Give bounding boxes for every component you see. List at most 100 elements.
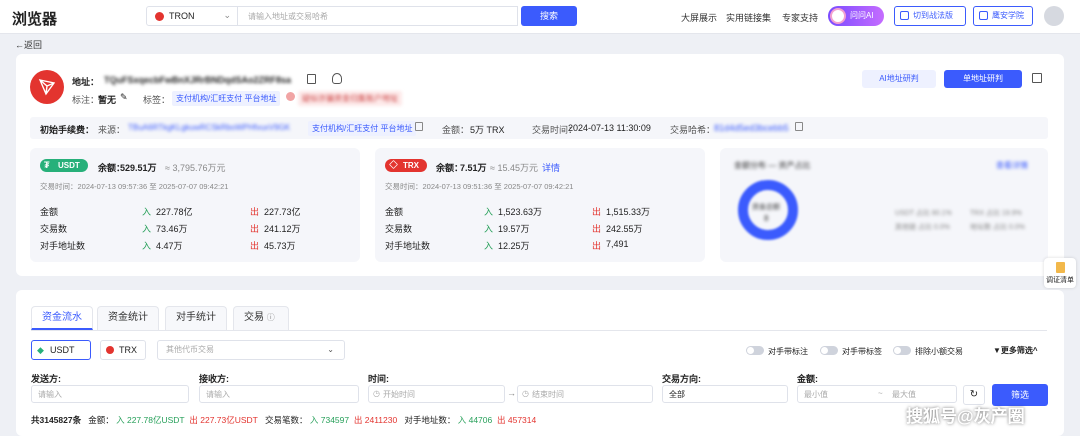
amount-range-separator: ~ [878, 389, 883, 398]
amount-max-placeholder: 最大值 [892, 390, 916, 399]
usdt-cp-out: 45.73万 [264, 241, 296, 251]
usdt-amount-out: 227.73亿 [264, 207, 301, 217]
direction-select[interactable]: 全部 [662, 385, 788, 403]
tab-fund-stats[interactable]: 资金统计 [97, 306, 159, 330]
switch-version-label: 切到战法版 [913, 11, 953, 20]
academy-label: 鹰安学院 [992, 11, 1024, 20]
copy-icon[interactable] [307, 74, 316, 84]
switch-version-button[interactable]: 切到战法版 [894, 6, 966, 26]
fee-hash-value[interactable]: 81d4d5ed3bcebb5 [714, 123, 789, 133]
start-time-input[interactable]: ◷ 开始时间 [368, 385, 505, 403]
chain-select-value: TRON [169, 11, 195, 21]
summary-amount-label: 金额： [88, 415, 114, 425]
in-icon: 入 [484, 207, 494, 217]
tab-divider [31, 330, 1047, 331]
end-time-input[interactable]: ◷ 结束时间 [517, 385, 653, 403]
fee-amount-label: 金额： [442, 125, 470, 135]
ai-research-button[interactable]: AI地址研判 [862, 70, 936, 88]
source-address[interactable]: TBuA6RTkgKLgkuwRCSkRboWPHfvuxV9GK [128, 123, 290, 132]
tab-transactions-label: 交易 [244, 312, 264, 323]
tron-icon [106, 346, 114, 354]
exclude-small-toggle[interactable] [893, 346, 911, 355]
legend-item: 地址数 占比 0.0% [970, 224, 1025, 231]
copy-icon[interactable] [795, 122, 803, 131]
counterparty-note-label: 对手带标注 [768, 347, 808, 356]
usdt-amount-in: 227.78亿 [156, 207, 193, 217]
in-icon: 入 [142, 207, 152, 217]
fee-hash-label: 交易哈希： [670, 125, 716, 135]
coin-usdt-toggle[interactable]: ◆ USDT [31, 340, 91, 360]
copy-icon[interactable] [415, 122, 423, 131]
other-token-select[interactable]: 其他代币交易 ⌄ [157, 340, 345, 360]
summary-cp-label: 对手地址数： [404, 415, 456, 425]
trx-detail-link[interactable]: 详情 [542, 161, 560, 174]
trx-count-in: 19.57万 [498, 224, 530, 234]
summary-count-out: 2411230 [364, 415, 398, 425]
tron-logo-icon [30, 70, 64, 104]
usdt-balance-approx: ≈ 3,795.76万元 [165, 163, 226, 173]
sender-input[interactable]: 请输入 [31, 385, 189, 403]
nav-useful-links[interactable]: 实用链接集 [726, 11, 771, 24]
trx-cp-out: 7,491 [606, 239, 629, 249]
counterparty-tag-toggle[interactable] [820, 346, 838, 355]
counterparty-note-toggle[interactable] [746, 346, 764, 355]
legend-item: USDT 占比 80.1% [895, 210, 952, 217]
asset-panel-link[interactable]: 查看详情 [996, 160, 1028, 171]
evidence-list-label: 调证清单 [1046, 277, 1074, 284]
chain-select[interactable]: TRON ⌄ [146, 6, 238, 26]
book-icon [979, 11, 988, 20]
tab-fund-flow[interactable]: 资金流水 [31, 306, 93, 330]
in-icon: 入 [142, 224, 152, 234]
end-time-placeholder: 结束时间 [532, 390, 564, 399]
tab-counterparty-stats[interactable]: 对手统计 [165, 306, 227, 330]
external-link-icon[interactable] [1032, 73, 1042, 83]
trx-row-label: 金额 [385, 207, 404, 217]
in-icon: 入 [309, 415, 319, 425]
summary-amount-in: 227.78亿USDT [126, 415, 185, 425]
note-value: 暂无 [98, 95, 117, 105]
summary-bar: 共3145827条 金额： 入 227.78亿USDT 出 227.73亿USD… [31, 414, 536, 426]
trx-row-label: 交易数 [385, 224, 413, 234]
receiver-input[interactable]: 请输入 [199, 385, 359, 403]
academy-button[interactable]: 鹰安学院 [973, 6, 1033, 26]
summary-total: 共3145827条 [31, 415, 82, 425]
qrcode-icon[interactable] [332, 73, 342, 84]
summary-cp-in: 44706 [468, 415, 493, 425]
nav-big-screen[interactable]: 大屏展示 [681, 11, 717, 24]
search-button[interactable]: 搜索 [521, 6, 577, 26]
tab-transactions[interactable]: 交易 ⓘ [233, 306, 289, 330]
coin-usdt-label: USDT [50, 345, 75, 355]
nav-expert-support[interactable]: 专家支持 [782, 11, 818, 24]
trx-balance-value: 7.51万 [460, 163, 487, 173]
warning-icon [286, 92, 295, 101]
user-avatar[interactable] [1044, 6, 1064, 26]
ask-ai-button[interactable]: 问问AI [828, 6, 884, 26]
in-icon: 入 [457, 415, 467, 425]
direction-label: 交易方向: [662, 374, 701, 384]
amount-min-placeholder: 最小值 [804, 390, 828, 399]
trx-balance-label: 余额： [436, 163, 464, 173]
tron-icon [155, 12, 164, 21]
refresh-icon: ↻ [969, 389, 979, 400]
out-icon: 出 [496, 415, 506, 425]
single-research-button[interactable]: 单地址研判 [944, 70, 1022, 88]
clock-icon: ◷ [373, 389, 380, 398]
in-icon: 入 [142, 241, 152, 251]
watermark: 搜狐号@灰产圈 [906, 407, 1025, 426]
amount-range[interactable]: 最小值 ~ 最大值 [797, 385, 957, 403]
chevron-down-icon: ⌄ [223, 10, 231, 20]
more-filters-toggle[interactable]: ▼更多筛选^ [993, 345, 1038, 356]
other-token-placeholder: 其他代币交易 [166, 345, 214, 354]
coin-trx-toggle[interactable]: TRX [100, 340, 146, 360]
trx-cp-in: 12.25万 [498, 241, 530, 251]
search-input[interactable]: 请输入地址或交易哈希 [238, 6, 518, 26]
back-link[interactable]: ←返回 [15, 38, 42, 51]
help-icon: ⓘ [266, 313, 275, 322]
usdt-balance-value: 529.51万 [120, 163, 157, 173]
clipboard-icon [1056, 262, 1065, 273]
source-tag: 支付机构/汇旺支付 平台地址 [308, 121, 417, 136]
summary-cp-out: 457314 [507, 415, 537, 425]
edit-icon[interactable]: ✎ [120, 92, 128, 103]
start-time-placeholder: 开始时间 [383, 390, 415, 399]
evidence-list-tab[interactable]: 调证清单 [1044, 258, 1076, 288]
